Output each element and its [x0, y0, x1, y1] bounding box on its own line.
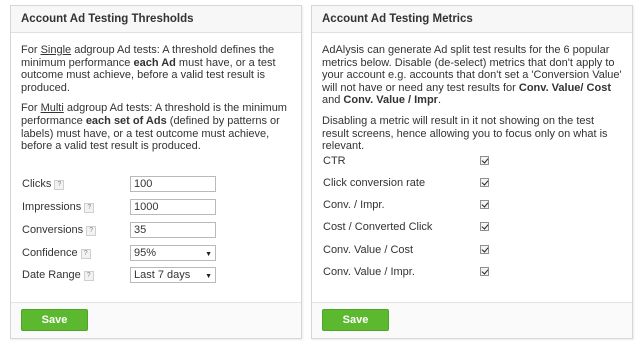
clicks-label: Clicks [22, 178, 52, 190]
metric-row-conv-value-impr: Conv. Value / Impr. [323, 265, 623, 279]
multi-adgroup-description: For Multi adgroup Ad tests: A threshold … [21, 102, 287, 153]
metric-checkbox[interactable] [480, 245, 489, 254]
thresholds-panel: Account Ad Testing Thresholds For Single… [10, 5, 302, 339]
help-icon[interactable]: ? [84, 203, 95, 213]
metric-row-conv-impr: Conv. / Impr. [323, 198, 623, 212]
clicks-row: Clicks? [22, 176, 292, 192]
metrics-note: Disabling a metric will result in it not… [322, 114, 608, 153]
chevron-down-icon: ▼ [205, 273, 212, 280]
date-range-value: Last 7 days [134, 269, 191, 281]
metric-row-cost-converted-click: Cost / Converted Click [323, 220, 623, 234]
save-metrics-button[interactable]: Save [322, 309, 389, 331]
metric-label: Cost / Converted Click [323, 221, 433, 233]
date-range-label: Date Range [22, 269, 81, 281]
single-adgroup-description: For Single adgroup Ad tests: A threshold… [21, 44, 276, 94]
metrics-title: Account Ad Testing Metrics [312, 6, 632, 33]
help-icon[interactable]: ? [80, 249, 91, 259]
metric-label: Click conversion rate [323, 177, 426, 189]
metric-label: Conv. Value / Cost [323, 244, 414, 256]
impressions-row: Impressions? [22, 199, 292, 215]
confidence-select[interactable]: 95% ▼ [130, 245, 216, 261]
thresholds-body: For Single adgroup Ad tests: A threshold… [11, 33, 301, 153]
help-icon[interactable]: ? [86, 226, 97, 236]
metric-row-ctr: CTR [323, 154, 623, 168]
impressions-label: Impressions [22, 201, 82, 213]
conversions-row: Conversions? [22, 222, 292, 238]
metric-checkbox[interactable] [480, 222, 489, 231]
date-range-select[interactable]: Last 7 days ▼ [130, 267, 216, 283]
impressions-input[interactable] [130, 199, 216, 215]
metrics-footer: Save [312, 302, 632, 338]
metric-label: Conv. Value / Impr. [323, 266, 415, 278]
metrics-panel: Account Ad Testing Metrics AdAlysis can … [311, 5, 633, 339]
metric-row-click-conversion-rate: Click conversion rate [323, 176, 623, 190]
help-icon[interactable]: ? [83, 271, 94, 281]
metrics-intro: AdAlysis can generate Ad split test resu… [322, 44, 622, 107]
confidence-label: Confidence [22, 247, 78, 259]
confidence-value: 95% [134, 247, 157, 259]
thresholds-footer: Save [11, 302, 301, 338]
clicks-input[interactable] [130, 176, 216, 192]
help-icon[interactable]: ? [54, 180, 65, 190]
metric-checkbox[interactable] [480, 156, 489, 165]
metric-checkbox[interactable] [480, 200, 489, 209]
save-thresholds-button[interactable]: Save [21, 309, 88, 331]
date-range-row: Date Range? Last 7 days ▼ [22, 267, 292, 283]
metric-checkbox[interactable] [480, 267, 489, 276]
conversions-input[interactable] [130, 222, 216, 238]
metrics-body: AdAlysis can generate Ad split test resu… [312, 33, 632, 153]
confidence-row: Confidence? 95% ▼ [22, 245, 292, 261]
thresholds-title: Account Ad Testing Thresholds [11, 6, 301, 33]
metric-label: Conv. / Impr. [323, 199, 385, 211]
conversions-label: Conversions [22, 224, 84, 236]
chevron-down-icon: ▼ [205, 251, 212, 258]
metric-row-conv-value-cost: Conv. Value / Cost [323, 243, 623, 257]
metric-checkbox[interactable] [480, 178, 489, 187]
metric-label: CTR [323, 155, 346, 167]
